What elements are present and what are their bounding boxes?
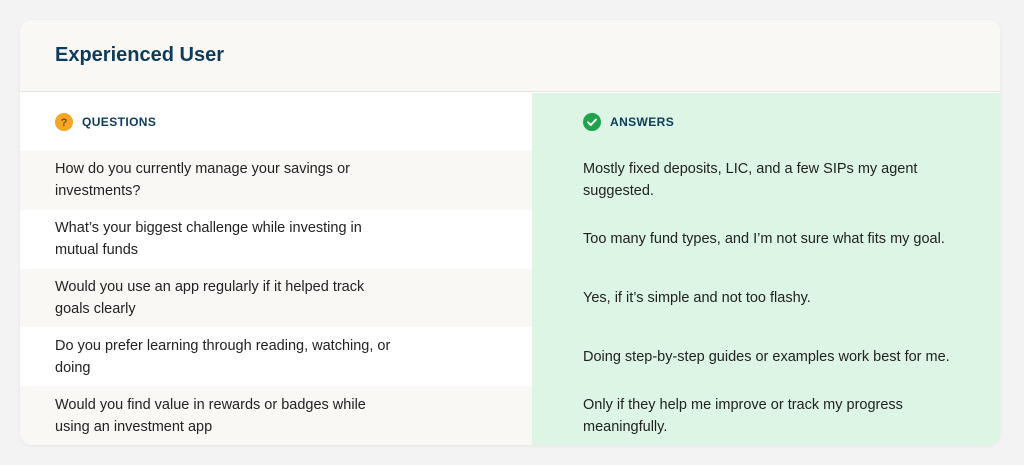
answers-column: ANSWERS Mostly fixed deposits, LIC, and … <box>532 93 1000 445</box>
answer-text: Yes, if it’s simple and not too flashy. <box>583 289 811 306</box>
question-row: Would you use an app regularly if it hel… <box>20 268 532 328</box>
answers-header: ANSWERS <box>532 93 1000 151</box>
svg-text:?: ? <box>61 117 68 129</box>
qa-card: Experienced User ? QUESTIONS How do you … <box>20 20 1000 445</box>
questions-column: ? QUESTIONS How do you currently manage … <box>20 93 532 445</box>
question-text: Would you find value in rewards or badge… <box>55 396 366 435</box>
qa-table: ? QUESTIONS How do you currently manage … <box>20 93 1000 445</box>
question-text: How do you currently manage your savings… <box>55 161 350 200</box>
answer-row: Yes, if it’s simple and not too flashy. <box>532 269 1000 328</box>
question-row: What’s your biggest challenge while inve… <box>20 209 532 269</box>
question-circle-icon: ? <box>55 113 73 131</box>
card-header: Experienced User <box>20 20 1000 92</box>
questions-header: ? QUESTIONS <box>20 93 532 151</box>
question-row: Would you find value in rewards or badge… <box>20 386 532 445</box>
answer-text: Only if they help me improve or track my… <box>583 396 903 435</box>
question-text: Would you use an app regularly if it hel… <box>55 278 365 317</box>
answer-row: Mostly fixed deposits, LIC, and a few SI… <box>532 151 1000 210</box>
answer-row: Too many fund types, and I’m not sure wh… <box>532 210 1000 269</box>
question-row: How do you currently manage your savings… <box>20 151 532 210</box>
answer-row: Doing step-by-step guides or examples wo… <box>532 327 1000 386</box>
answer-text: Doing step-by-step guides or examples wo… <box>583 348 950 365</box>
answer-text: Mostly fixed deposits, LIC, and a few SI… <box>583 161 918 200</box>
question-row: Do you prefer learning through reading, … <box>20 327 532 387</box>
check-circle-icon <box>583 113 601 131</box>
questions-header-label: QUESTIONS <box>82 115 157 129</box>
answers-list: Mostly fixed deposits, LIC, and a few SI… <box>532 151 1000 445</box>
questions-list: How do you currently manage your savings… <box>20 151 532 445</box>
answer-text: Too many fund types, and I’m not sure wh… <box>583 231 945 248</box>
answer-row: Only if they help me improve or track my… <box>532 386 1000 445</box>
question-text: What’s your biggest challenge while inve… <box>55 220 362 259</box>
answers-header-label: ANSWERS <box>610 115 675 129</box>
card-title: Experienced User <box>55 44 224 66</box>
question-text: Do you prefer learning through reading, … <box>55 337 391 376</box>
